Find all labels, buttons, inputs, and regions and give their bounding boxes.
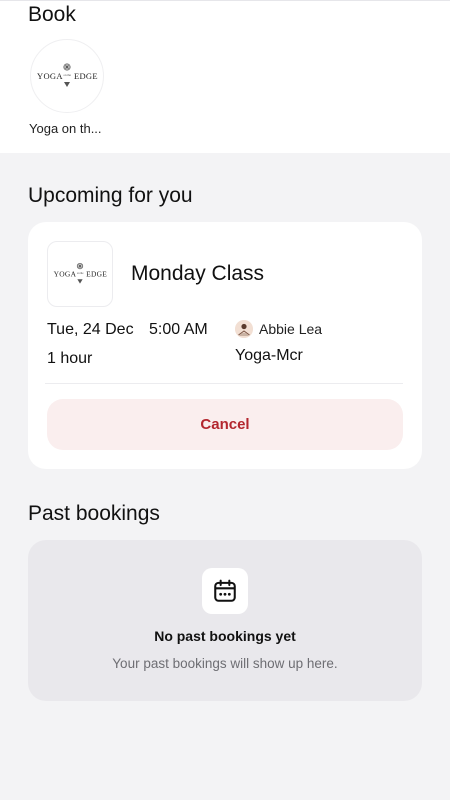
past-bookings-empty-state: No past bookings yet Your past bookings … xyxy=(28,540,422,701)
empty-state-title: No past bookings yet xyxy=(154,628,296,644)
class-location: Yoga-Mcr xyxy=(235,347,303,364)
svg-text:YOGA: YOGA xyxy=(37,71,63,81)
calendar-icon xyxy=(214,579,236,602)
cancel-button[interactable]: Cancel xyxy=(47,399,403,450)
upcoming-heading: Upcoming for you xyxy=(28,184,193,207)
svg-text:on the: on the xyxy=(64,73,72,77)
book-heading: Book xyxy=(28,3,76,26)
instructor-avatar xyxy=(235,320,253,338)
class-logo: YOGA on the EDGE xyxy=(47,241,113,307)
person-icon xyxy=(235,320,253,338)
instructor: Abbie Lea xyxy=(235,320,322,338)
calendar-badge xyxy=(202,568,248,614)
upcoming-booking-card[interactable]: YOGA on the EDGE Monday Class Tue, 24 De… xyxy=(28,222,422,469)
yoga-edge-logo-icon: YOGA on the EDGE xyxy=(54,262,107,284)
divider xyxy=(45,383,403,384)
class-time: 5:00 AM xyxy=(149,321,208,338)
class-duration: 1 hour xyxy=(47,350,93,367)
instructor-name: Abbie Lea xyxy=(259,321,323,337)
yoga-edge-logo-icon: YOGA on the EDGE xyxy=(37,63,98,87)
book-section: Book YOGA on the EDGE Yoga on th... xyxy=(0,0,450,153)
svg-text:YOGA: YOGA xyxy=(54,270,77,279)
studio-name[interactable]: Yoga on th... xyxy=(29,121,102,136)
studio-logo[interactable]: YOGA on the EDGE xyxy=(30,39,104,113)
class-date: Tue, 24 Dec xyxy=(47,321,134,338)
svg-text:EDGE: EDGE xyxy=(86,270,107,279)
empty-state-subtitle: Your past bookings will show up here. xyxy=(112,656,338,671)
past-bookings-heading: Past bookings xyxy=(28,502,160,525)
svg-text:EDGE: EDGE xyxy=(74,71,98,81)
class-name: Monday Class xyxy=(131,262,265,285)
svg-text:on the: on the xyxy=(77,272,84,275)
